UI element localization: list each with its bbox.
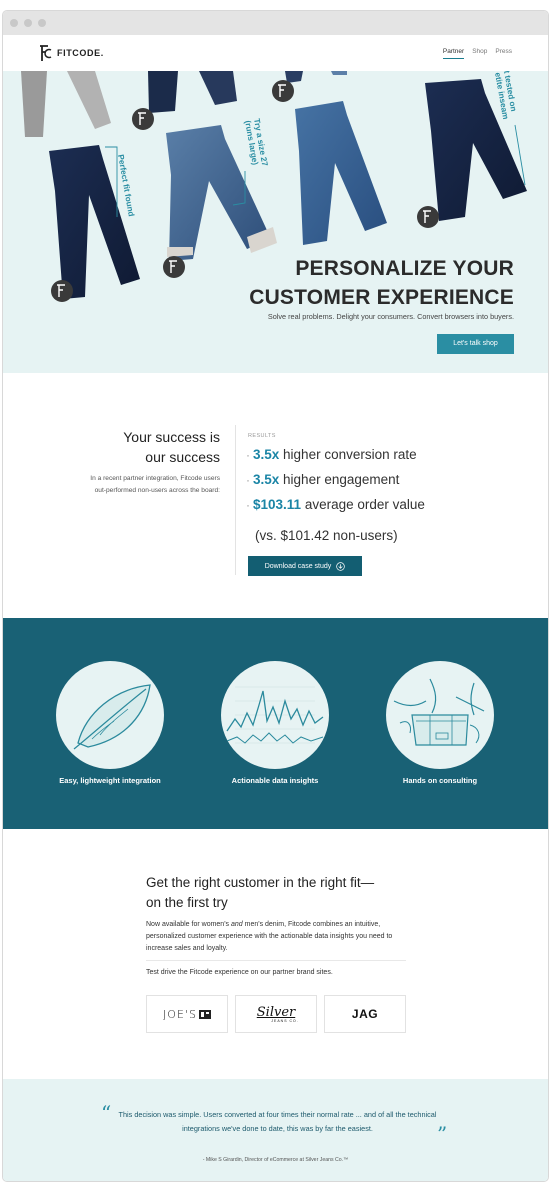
test-drive-text: Test drive the Fitcode experience on our…	[146, 969, 333, 976]
results-label: RESULTS	[248, 433, 276, 439]
fit-title-line1: Get the right customer in the right fit—	[146, 875, 375, 890]
feature-label: Hands on consulting	[402, 776, 478, 785]
quote-close-icon: ”	[437, 1122, 448, 1146]
result-value: 3.5x	[253, 472, 280, 487]
browser-frame: FITCODE. Partner Shop Press Perfect fit …	[2, 10, 549, 1182]
nav-links: Partner Shop Press	[442, 48, 512, 59]
result-note: (vs. $101.42 non-users)	[255, 528, 398, 543]
result-order-value: · $103.11 average order value	[246, 497, 425, 512]
result-text: average order value	[304, 497, 425, 512]
testimonial-section: “ This decision was simple. Users conver…	[3, 1079, 548, 1181]
divider	[235, 425, 236, 575]
success-title-line2: our success	[145, 449, 220, 465]
silver-logo: Silver	[256, 1004, 296, 1020]
feature-label: Easy, lightweight integration	[59, 776, 161, 785]
divider	[146, 960, 406, 961]
result-value: 3.5x	[253, 447, 280, 462]
data-chart-icon	[221, 661, 329, 769]
hero-subtitle: Solve real problems. Delight your consum…	[267, 312, 514, 321]
features-section: Easy, lightweight integration Actionable…	[3, 618, 548, 829]
brand-link-silver[interactable]: Silver JEANS CO.	[235, 995, 317, 1033]
result-value: $103.11	[253, 497, 302, 512]
result-engagement: · 3.5x higher engagement	[246, 472, 400, 487]
lets-talk-shop-button[interactable]: Let's talk shop	[437, 334, 514, 354]
feature-data-insights: Actionable data insights	[221, 661, 329, 785]
quote-open-icon: “	[101, 1101, 112, 1125]
feature-consulting: Hands on consulting	[386, 661, 494, 785]
browser-chrome	[3, 11, 548, 35]
brand-link-joes[interactable]: JOE'S	[146, 995, 228, 1033]
hero-section: Perfect fit found Try a size 27 (runs la…	[3, 71, 548, 373]
window-dot-maximize[interactable]	[38, 19, 46, 27]
success-title-line1: Your success is	[123, 429, 220, 445]
silver-sub: JEANS CO.	[271, 1018, 299, 1023]
brand-link-jag[interactable]: JAG	[324, 995, 406, 1033]
feature-label: Actionable data insights	[231, 776, 319, 785]
hero-title: PERSONALIZE YOUR CUSTOMER EXPERIENCE	[249, 254, 514, 312]
success-section: Your success is our success In a recent …	[3, 373, 548, 618]
download-arrow-icon	[336, 561, 345, 571]
quote-text: This decision was simple. Users converte…	[118, 1110, 437, 1133]
fit-description: Now available for women's and men's deni…	[146, 919, 396, 955]
joes-mark-icon	[198, 1009, 211, 1019]
fit-title: Get the right customer in the right fit—…	[146, 873, 416, 913]
jag-logo: JAG	[351, 1007, 379, 1021]
window-dot-minimize[interactable]	[24, 19, 32, 27]
consulting-hands-icon	[386, 661, 494, 769]
window-dot-close[interactable]	[10, 19, 18, 27]
nav-link-press[interactable]: Press	[495, 48, 512, 59]
feather-icon	[56, 661, 164, 769]
success-description: In a recent partner integration, Fitcode…	[90, 475, 220, 494]
nav-link-partner[interactable]: Partner	[442, 48, 465, 59]
download-label: Download case study	[264, 562, 332, 570]
jeans-collage-image: Perfect fit found Try a size 27 (runs la…	[21, 71, 527, 302]
brand-name: FITCODE.	[57, 48, 104, 58]
hero-title-line1: PERSONALIZE YOUR	[295, 257, 514, 280]
result-text: higher engagement	[283, 472, 400, 487]
feature-integration: Easy, lightweight integration	[56, 661, 164, 785]
result-text: higher conversion rate	[283, 447, 417, 462]
fitcode-logo-icon	[40, 45, 52, 61]
top-nav: FITCODE. Partner Shop Press	[3, 35, 548, 71]
nav-link-shop[interactable]: Shop	[472, 48, 487, 59]
result-conversion: · 3.5x higher conversion rate	[246, 447, 417, 462]
success-title: Your success is our success	[123, 427, 220, 467]
annotation-fit-found: Perfect fit found	[116, 154, 136, 217]
quote-author: - Mike S Girardin, Director of eCommerce…	[202, 1157, 349, 1163]
fit-title-line2: on the first try	[146, 895, 228, 910]
right-fit-section: Get the right customer in the right fit—…	[3, 829, 548, 1079]
fit-text-pre: Now available for women's	[146, 921, 231, 928]
brand-logo[interactable]: FITCODE.	[39, 44, 104, 62]
download-case-study-button[interactable]: Download case study	[248, 556, 362, 576]
hero-title-line2: CUSTOMER EXPERIENCE	[249, 286, 514, 309]
joes-logo: JOE'S	[163, 1007, 197, 1021]
fit-text-and: and	[230, 921, 243, 928]
